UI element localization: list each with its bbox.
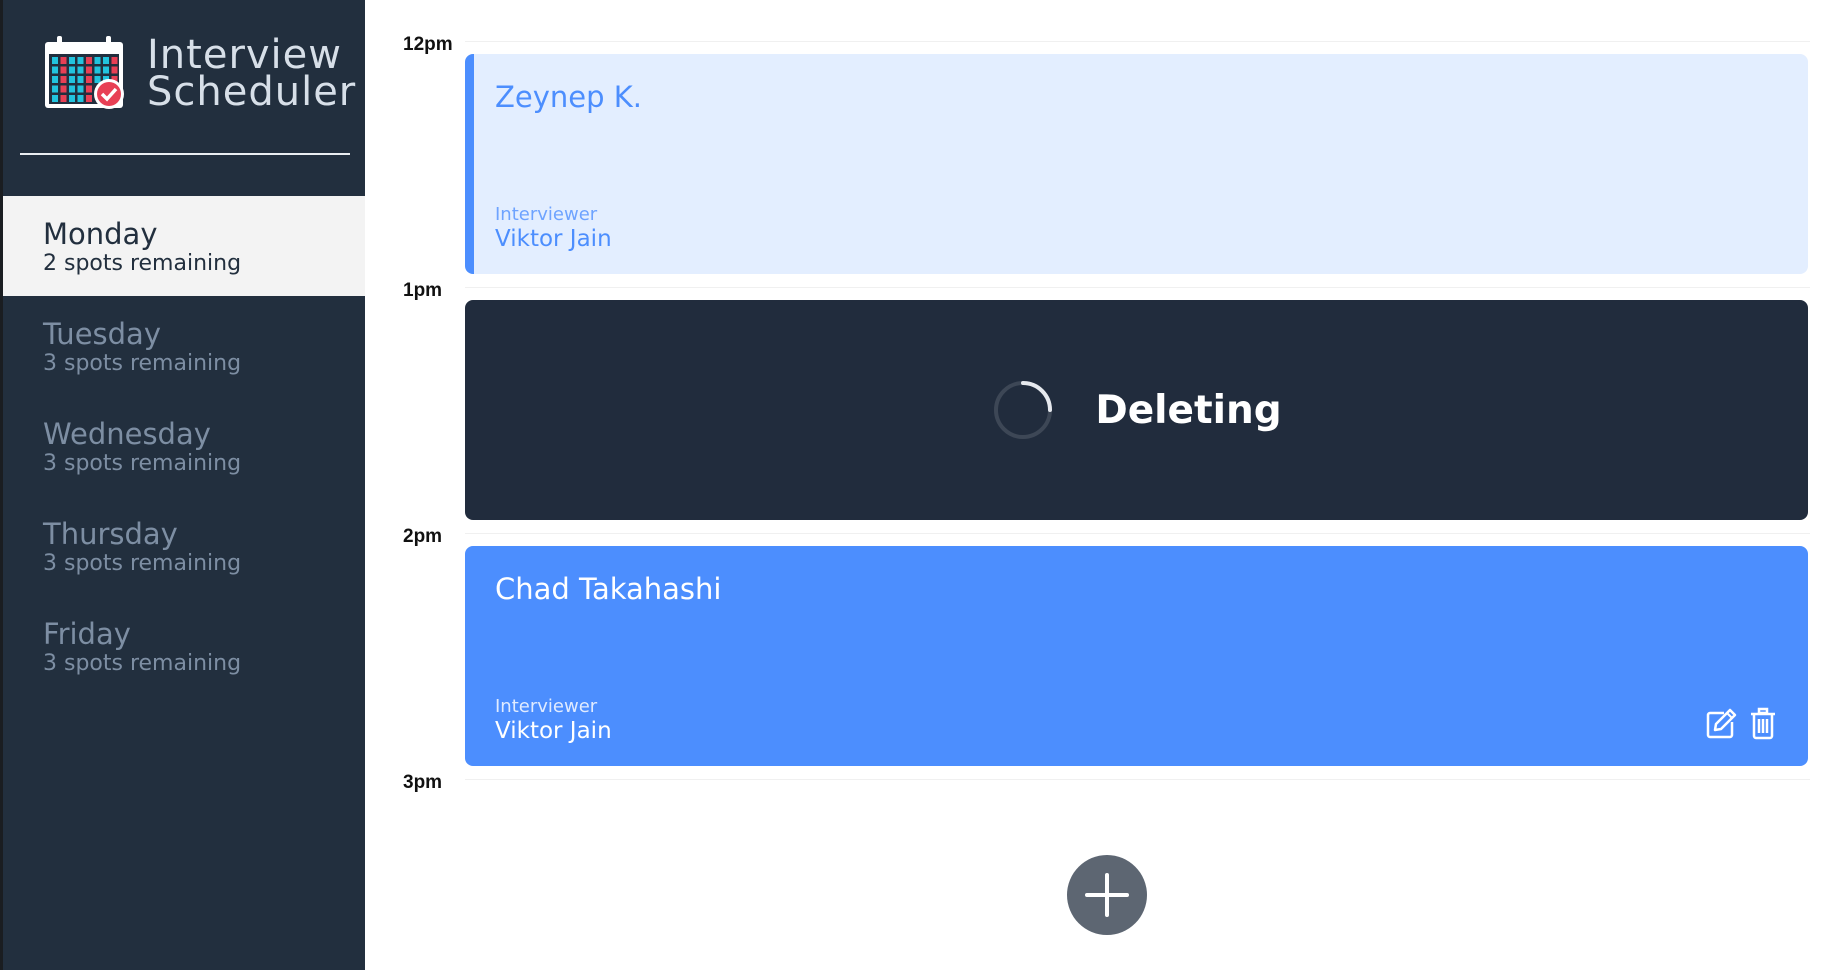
calendar-cell: [86, 66, 92, 74]
day-spots: 3 spots remaining: [43, 351, 242, 376]
app-brand: Interview Scheduler: [43, 34, 356, 114]
calendar-cell: [60, 66, 67, 74]
day-item-friday[interactable]: Friday 3 spots remaining: [3, 596, 365, 696]
appointment-actions: [1704, 707, 1780, 741]
calendar-cell: [77, 85, 84, 93]
time-label: 1pm: [403, 280, 443, 301]
sidebar: Interview Scheduler Monday 2 spots remai…: [0, 0, 365, 970]
edit-icon[interactable]: [1704, 707, 1738, 741]
calendar-cell: [69, 66, 75, 74]
status-text: Deleting: [1095, 387, 1282, 433]
time-divider: [465, 287, 1810, 288]
calendar-cell: [77, 76, 84, 83]
calendar-cell: [52, 76, 58, 83]
calendar-cell: [86, 57, 92, 64]
student-name: Chad Takahashi: [495, 572, 722, 606]
time-divider: [465, 533, 1810, 534]
time-divider: [465, 779, 1810, 780]
calendar-cell: [77, 95, 84, 102]
calendar-cell: [111, 66, 118, 74]
spinner-icon: [994, 381, 1053, 439]
calendar-cell: [111, 57, 118, 64]
trash-icon[interactable]: [1746, 707, 1780, 741]
day-item-thursday[interactable]: Thursday 3 spots remaining: [3, 496, 365, 596]
day-item-wednesday[interactable]: Wednesday 3 spots remaining: [3, 396, 365, 496]
calendar-cell: [94, 76, 101, 83]
calendar-cell: [60, 85, 67, 93]
interviewer-name: Viktor Jain: [495, 226, 612, 252]
calendar-cell: [69, 57, 75, 64]
interviewer-label: Interviewer: [495, 204, 598, 225]
student-name: Zeynep K.: [495, 80, 642, 114]
appointment-card-2pm[interactable]: Chad Takahashi Interviewer Viktor Jain: [465, 546, 1808, 766]
calendar-cell: [69, 85, 75, 93]
calendar-cell: [52, 85, 58, 93]
calendar-cell: [52, 95, 58, 102]
app-title-line2: Scheduler: [147, 69, 357, 115]
calendar-cell: [52, 57, 58, 64]
calendar-cell: [52, 66, 58, 74]
day-spots: 2 spots remaining: [43, 251, 242, 276]
day-name: Thursday: [43, 517, 178, 551]
calendar-cell: [69, 76, 75, 83]
day-name: Wednesday: [43, 417, 211, 451]
deleting-status: Deleting: [465, 300, 1808, 520]
appointment-card-1pm: Deleting: [465, 300, 1808, 520]
calendar-cell: [60, 57, 67, 64]
day-name: Friday: [43, 617, 131, 651]
app-title: Interview Scheduler: [147, 35, 357, 115]
calendar-cell: [86, 95, 92, 102]
calendar-cell: [60, 76, 67, 83]
day-spots: 3 spots remaining: [43, 651, 242, 676]
day-name: Monday: [43, 217, 158, 251]
add-appointment-button[interactable]: [1067, 855, 1147, 935]
calendar-cell: [94, 66, 101, 74]
plus-icon: [1085, 873, 1129, 917]
calendar-cell: [86, 85, 92, 93]
day-spots: 3 spots remaining: [43, 451, 242, 476]
day-item-tuesday[interactable]: Tuesday 3 spots remaining: [3, 296, 365, 396]
time-divider: [465, 41, 1810, 42]
appointment-card-12pm[interactable]: Zeynep K. Interviewer Viktor Jain: [465, 54, 1808, 274]
schedule: 12pm 1pm 2pm 3pm Zeynep K. Interviewer V…: [365, 0, 1834, 970]
interviewer-name: Viktor Jain: [495, 718, 612, 744]
calendar-cell: [60, 95, 67, 102]
interviewer-label: Interviewer: [495, 696, 598, 717]
calendar-cell: [103, 57, 109, 64]
day-name: Tuesday: [43, 317, 161, 351]
time-label: 2pm: [403, 526, 443, 547]
time-label: 12pm: [403, 34, 453, 55]
sidebar-divider: [20, 153, 350, 155]
calendar-cell: [77, 66, 84, 74]
calendar-cell: [94, 57, 101, 64]
day-spots: 3 spots remaining: [43, 551, 242, 576]
calendar-cell: [103, 66, 109, 74]
day-list: Monday 2 spots remaining Tuesday 3 spots…: [3, 196, 365, 696]
time-label: 3pm: [403, 772, 443, 793]
calendar-check-icon: [45, 36, 124, 109]
calendar-cell: [86, 76, 92, 83]
day-item-monday[interactable]: Monday 2 spots remaining: [3, 196, 365, 296]
calendar-cell: [69, 95, 75, 102]
calendar-cell: [77, 57, 84, 64]
